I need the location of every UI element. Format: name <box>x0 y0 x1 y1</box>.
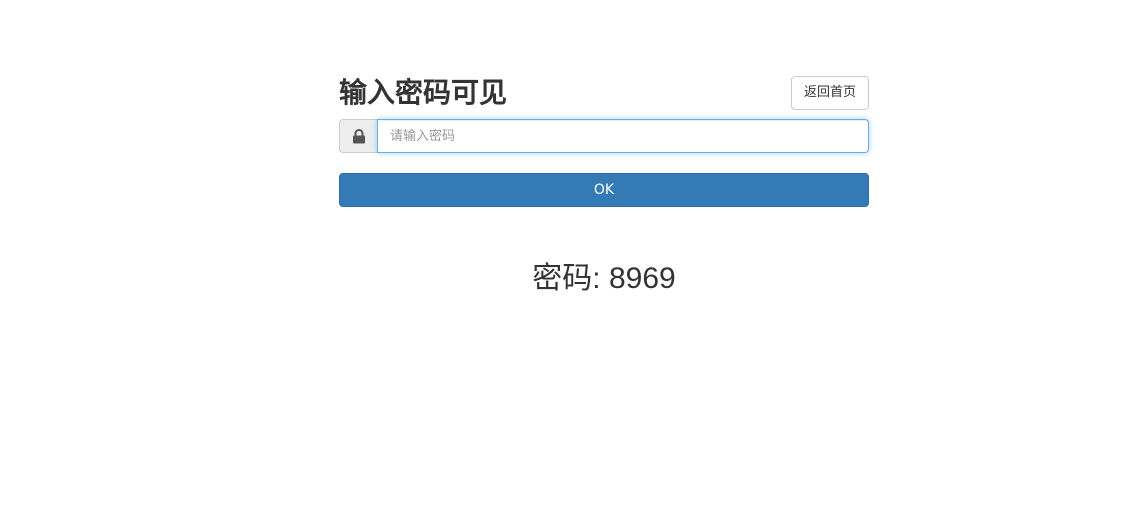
password-input-group <box>339 119 869 153</box>
password-label: 密码: <box>532 262 601 295</box>
password-value: 8969 <box>608 262 676 295</box>
header-row: 输入密码可见 返回首页 <box>339 76 869 119</box>
back-to-home-button[interactable]: 返回首页 <box>790 76 869 110</box>
lock-icon <box>352 128 365 143</box>
page-title: 输入密码可见 <box>339 76 508 109</box>
password-panel: 输入密码可见 返回首页 OK 密码: 8969 <box>339 76 869 297</box>
ok-button[interactable]: OK <box>339 173 869 207</box>
password-reveal: 密码: 8969 <box>339 261 869 297</box>
password-input[interactable] <box>377 119 869 153</box>
input-addon <box>339 119 377 153</box>
